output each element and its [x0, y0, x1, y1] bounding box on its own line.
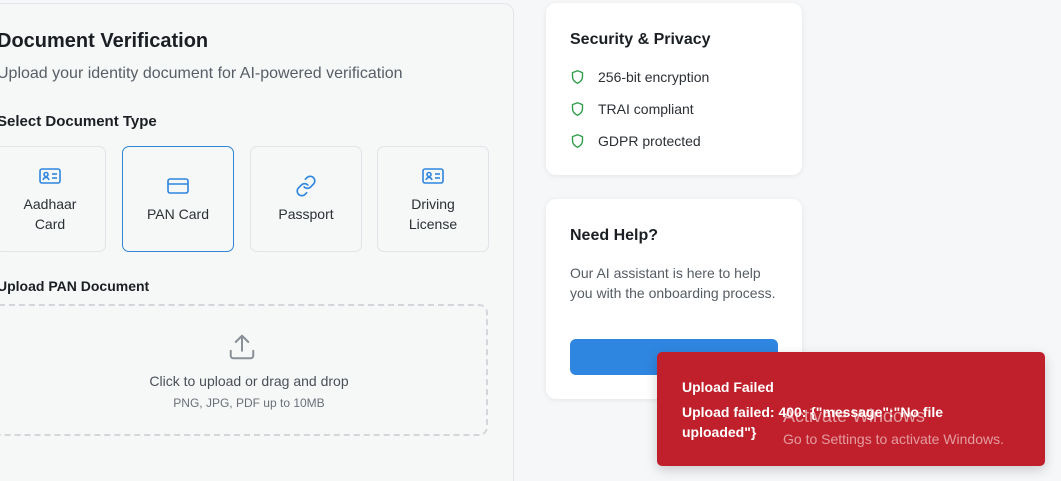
doc-type-driving-license[interactable]: Driving License [377, 146, 489, 252]
activate-windows-watermark: Activate Windows Go to Settings to activ… [783, 406, 1004, 447]
shield-icon [570, 69, 585, 85]
security-card-title: Security & Privacy [570, 31, 711, 48]
security-item-label: GDPR protected [598, 133, 701, 149]
page-title: Document Verification [0, 30, 209, 52]
security-privacy-card: Security & Privacy 256-bit encryption TR… [546, 3, 802, 175]
dropzone-instruction: Click to upload or drag and drop [149, 373, 349, 389]
toast-title: Upload Failed [682, 379, 774, 395]
upload-icon [227, 332, 257, 367]
help-text: Our AI assistant is here to help you wit… [570, 265, 776, 301]
security-item: GDPR protected [570, 133, 701, 149]
credit-card-icon [166, 174, 190, 198]
help-card-title: Need Help? [570, 227, 659, 244]
security-item: TRAI compliant [570, 101, 694, 117]
doc-type-passport[interactable]: Passport [250, 146, 362, 252]
doc-type-label: Driving License [408, 196, 458, 232]
doc-type-label: PAN Card [147, 206, 209, 222]
id-card-icon [38, 164, 62, 188]
security-item-label: TRAI compliant [598, 101, 694, 117]
upload-document-label: Upload PAN Document [0, 278, 150, 294]
select-document-type-label: Select Document Type [0, 113, 157, 130]
dropzone-file-types: PNG, JPG, PDF up to 10MB [173, 396, 325, 410]
page-subtitle: Upload your identity document for AI-pow… [0, 65, 403, 82]
security-item: 256-bit encryption [570, 69, 709, 85]
upload-dropzone[interactable]: Click to upload or drag and drop PNG, JP… [0, 304, 488, 436]
security-item-label: 256-bit encryption [598, 69, 710, 85]
doc-type-label: Passport [278, 206, 334, 222]
watermark-title: Activate Windows [783, 406, 926, 426]
shield-icon [570, 101, 585, 117]
id-card-icon [421, 164, 445, 188]
doc-type-label: Aadhaar Card [23, 196, 77, 232]
shield-icon [570, 133, 585, 149]
doc-type-pan[interactable]: PAN Card [122, 146, 234, 252]
watermark-subtitle: Go to Settings to activate Windows. [783, 431, 1004, 447]
doc-type-aadhaar[interactable]: Aadhaar Card [0, 146, 106, 252]
link-icon [294, 174, 318, 198]
